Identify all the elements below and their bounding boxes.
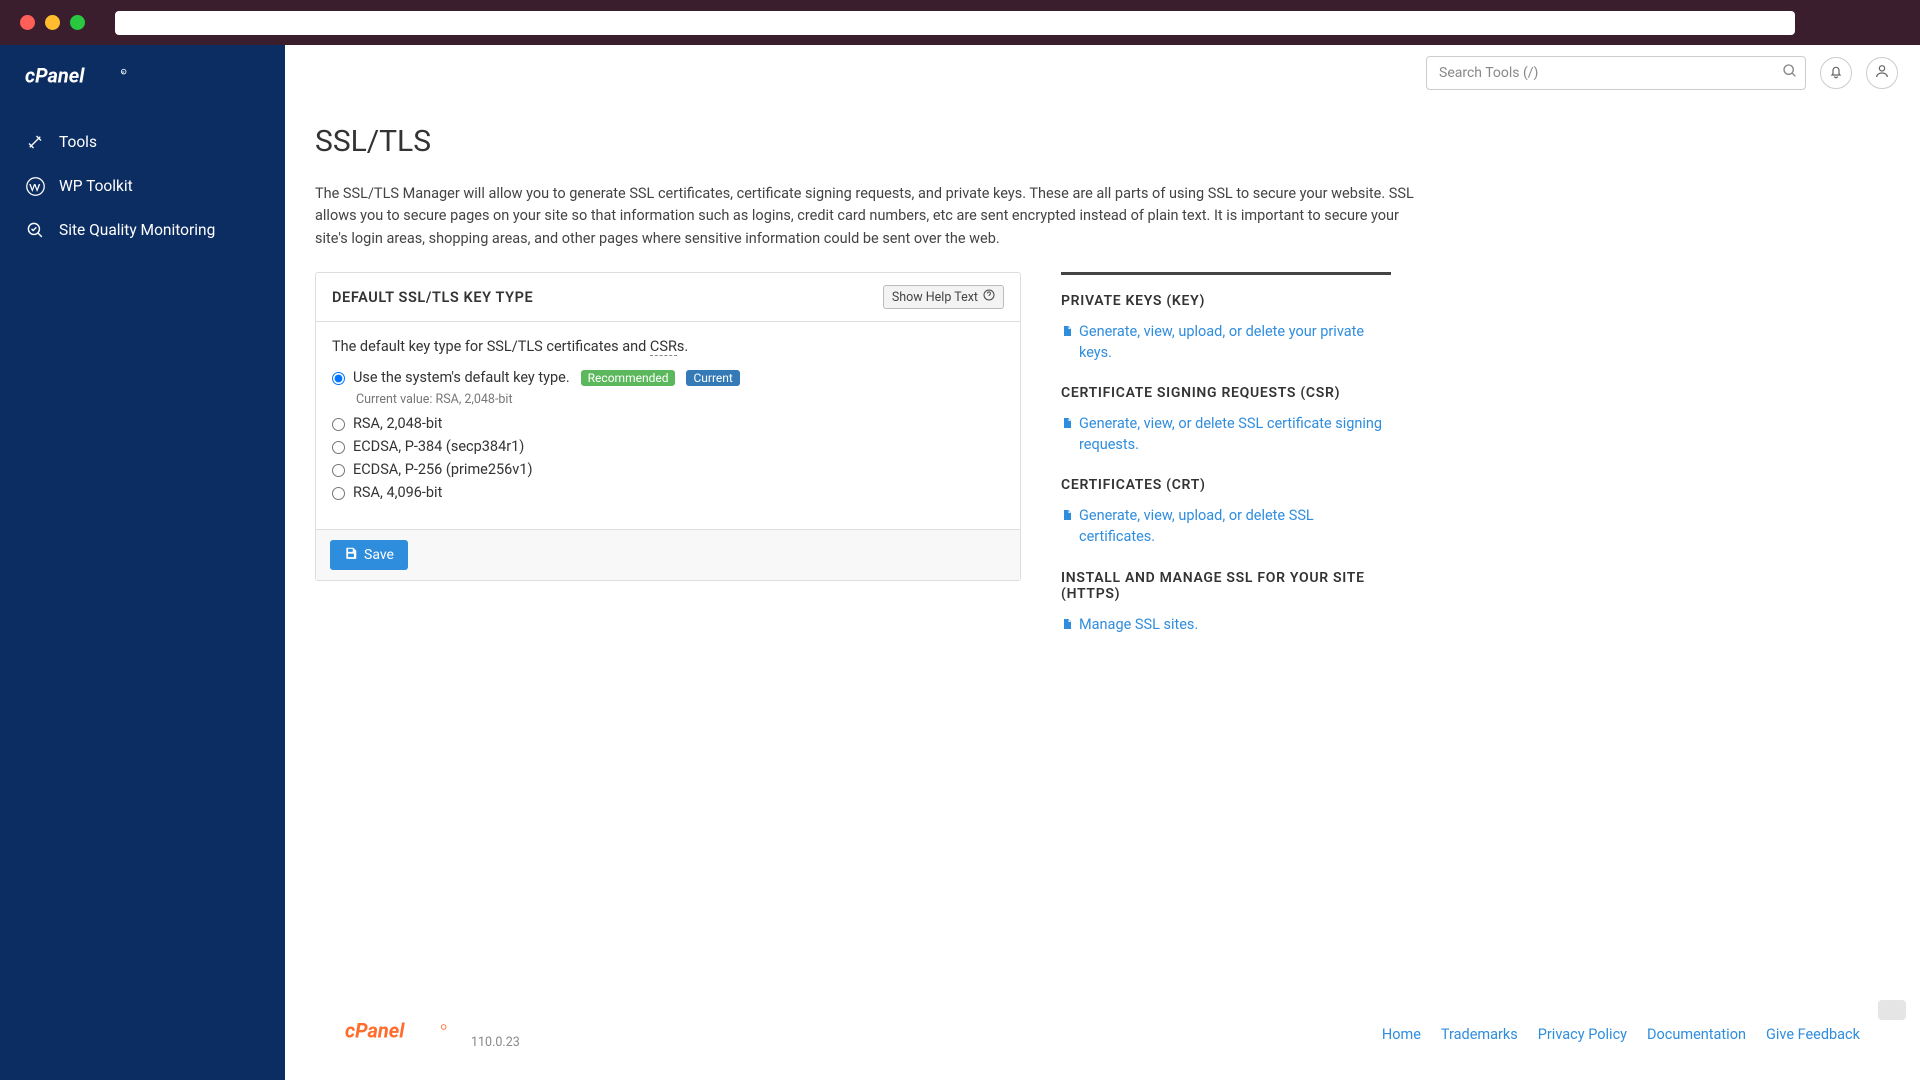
url-bar[interactable] bbox=[115, 11, 1795, 35]
brand-logo[interactable]: cPanel R bbox=[0, 63, 285, 120]
browser-chrome bbox=[0, 0, 1920, 45]
help-button-label: Show Help Text bbox=[892, 290, 978, 305]
bell-icon bbox=[1828, 63, 1844, 83]
sidebar-item-label: Tools bbox=[59, 133, 97, 151]
tools-icon bbox=[25, 132, 45, 152]
sidebar: cPanel R Tools WP Toolkit Site Quality M… bbox=[0, 45, 285, 1080]
notifications-button[interactable] bbox=[1820, 57, 1852, 89]
option-label: RSA, 2,048-bit bbox=[353, 415, 442, 432]
radio-input[interactable] bbox=[332, 487, 345, 500]
option-label: RSA, 4,096-bit bbox=[353, 484, 442, 501]
option-label: ECDSA, P-256 (prime256v1) bbox=[353, 461, 533, 478]
chat-widget-icon[interactable] bbox=[1878, 1000, 1906, 1020]
option-label: ECDSA, P-384 (secp384r1) bbox=[353, 438, 524, 455]
save-button-label: Save bbox=[364, 547, 394, 563]
section-title-crt: CERTIFICATES (CRT) bbox=[1061, 477, 1391, 493]
link-private-keys[interactable]: Generate, view, upload, or delete your p… bbox=[1061, 321, 1391, 363]
question-icon bbox=[983, 289, 995, 305]
default-key-type-card: DEFAULT SSL/TLS KEY TYPE Show Help Text … bbox=[315, 272, 1021, 581]
keytype-option-rsa-4096[interactable]: RSA, 4,096-bit bbox=[332, 484, 1004, 501]
footer-link-home[interactable]: Home bbox=[1382, 1026, 1421, 1043]
section-title-csr: CERTIFICATE SIGNING REQUESTS (CSR) bbox=[1061, 385, 1391, 401]
version-text: 110.0.23 bbox=[471, 1035, 520, 1050]
ssl-actions-panel: PRIVATE KEYS (KEY) Generate, view, uploa… bbox=[1061, 272, 1391, 658]
sidebar-item-site-quality[interactable]: Site Quality Monitoring bbox=[0, 208, 285, 252]
section-title-install-ssl: INSTALL AND MANAGE SSL FOR YOUR SITE (HT… bbox=[1061, 570, 1391, 602]
file-icon bbox=[1061, 507, 1073, 528]
svg-text:cPanel: cPanel bbox=[345, 1019, 405, 1043]
sidebar-item-label: WP Toolkit bbox=[59, 177, 133, 195]
file-icon bbox=[1061, 323, 1073, 344]
radio-input[interactable] bbox=[332, 464, 345, 477]
user-icon bbox=[1874, 63, 1890, 83]
link-text: Generate, view, upload, or delete SSL ce… bbox=[1079, 505, 1391, 547]
card-subtext: The default key type for SSL/TLS certifi… bbox=[332, 338, 1004, 355]
sidebar-item-label: Site Quality Monitoring bbox=[59, 221, 215, 239]
header bbox=[285, 45, 1920, 100]
link-text: Generate, view, upload, or delete your p… bbox=[1079, 321, 1391, 363]
save-disk-icon bbox=[344, 546, 358, 564]
cpanel-footer-logo-icon: cPanel bbox=[345, 1019, 465, 1046]
footer-link-documentation[interactable]: Documentation bbox=[1647, 1026, 1746, 1043]
keytype-option-system-default[interactable]: Use the system's default key type. Recom… bbox=[332, 369, 1004, 386]
link-crt[interactable]: Generate, view, upload, or delete SSL ce… bbox=[1061, 505, 1391, 547]
footer-link-trademarks[interactable]: Trademarks bbox=[1441, 1026, 1518, 1043]
radio-input[interactable] bbox=[332, 441, 345, 454]
maximize-window-icon[interactable] bbox=[70, 15, 85, 30]
sidebar-item-tools[interactable]: Tools bbox=[0, 120, 285, 164]
keytype-option-rsa-2048[interactable]: RSA, 2,048-bit bbox=[332, 415, 1004, 432]
minimize-window-icon[interactable] bbox=[45, 15, 60, 30]
cpanel-logo-icon: cPanel R bbox=[25, 63, 145, 91]
search-icon[interactable] bbox=[1782, 63, 1798, 83]
link-csr[interactable]: Generate, view, or delete SSL certificat… bbox=[1061, 413, 1391, 455]
keytype-option-ecdsa-p256[interactable]: ECDSA, P-256 (prime256v1) bbox=[332, 461, 1004, 478]
magnifier-check-icon bbox=[25, 220, 45, 240]
sidebar-item-wp-toolkit[interactable]: WP Toolkit bbox=[0, 164, 285, 208]
file-icon bbox=[1061, 415, 1073, 436]
page-description: The SSL/TLS Manager will allow you to ge… bbox=[315, 183, 1425, 250]
page-title: SSL/TLS bbox=[315, 124, 1890, 159]
radio-input[interactable] bbox=[332, 418, 345, 431]
save-button[interactable]: Save bbox=[330, 540, 408, 570]
footer-link-feedback[interactable]: Give Feedback bbox=[1766, 1026, 1860, 1043]
close-window-icon[interactable] bbox=[20, 15, 35, 30]
footer: cPanel 110.0.23 Home Trademarks Privacy … bbox=[315, 1001, 1890, 1080]
radio-input[interactable] bbox=[332, 372, 345, 385]
link-text: Manage SSL sites. bbox=[1079, 614, 1198, 635]
option-label: Use the system's default key type. bbox=[353, 369, 570, 386]
search-input[interactable] bbox=[1426, 56, 1806, 90]
current-badge: Current bbox=[686, 370, 739, 386]
section-title-private-keys: PRIVATE KEYS (KEY) bbox=[1061, 293, 1391, 309]
window-controls bbox=[20, 15, 85, 30]
show-help-button[interactable]: Show Help Text bbox=[883, 285, 1004, 309]
footer-link-privacy[interactable]: Privacy Policy bbox=[1538, 1026, 1627, 1043]
link-text: Generate, view, or delete SSL certificat… bbox=[1079, 413, 1391, 455]
file-icon bbox=[1061, 616, 1073, 637]
recommended-badge: Recommended bbox=[581, 370, 676, 386]
wordpress-icon bbox=[25, 176, 45, 196]
user-account-button[interactable] bbox=[1866, 57, 1898, 89]
current-value-text: Current value: RSA, 2,048-bit bbox=[356, 392, 1004, 407]
keytype-option-ecdsa-p384[interactable]: ECDSA, P-384 (secp384r1) bbox=[332, 438, 1004, 455]
card-title: DEFAULT SSL/TLS KEY TYPE bbox=[332, 289, 533, 306]
svg-text:cPanel: cPanel bbox=[25, 63, 85, 87]
link-manage-ssl[interactable]: Manage SSL sites. bbox=[1061, 614, 1391, 637]
